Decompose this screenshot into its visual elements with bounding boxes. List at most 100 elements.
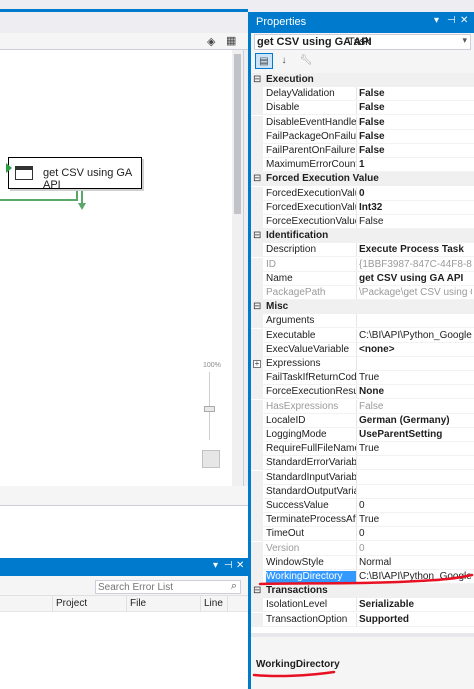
column-divider[interactable] <box>356 87 357 101</box>
property-row[interactable]: ForcedExecutionValue1Int32 <box>251 201 474 215</box>
pin-icon[interactable]: ⊣ <box>447 15 456 26</box>
column-divider[interactable] <box>356 428 357 442</box>
column-divider[interactable] <box>356 442 357 456</box>
column-divider[interactable] <box>356 144 357 158</box>
column-divider[interactable] <box>356 613 357 627</box>
property-category[interactable]: ⊟ Identification <box>251 229 474 243</box>
property-row[interactable]: StandardInputVariable <box>251 471 474 485</box>
column-divider[interactable] <box>356 243 357 257</box>
property-row[interactable]: TimeOut 0 <box>251 527 474 541</box>
property-row[interactable]: StandardErrorVariable <box>251 456 474 470</box>
column-divider[interactable] <box>356 527 357 541</box>
scrollbar-thumb[interactable] <box>234 54 241 214</box>
column-separator[interactable] <box>126 596 127 612</box>
property-pages-icon[interactable]: 🔧︎ <box>297 53 315 69</box>
column-divider[interactable] <box>356 471 357 485</box>
collapse-icon[interactable]: ⊟ <box>253 231 261 241</box>
property-row[interactable]: Executable C:\BI\API\Python_GoogleAn <box>251 329 474 343</box>
property-row[interactable]: ForcedExecutionValue 0 <box>251 187 474 201</box>
property-row[interactable]: HasExpressions False <box>251 400 474 414</box>
property-row[interactable]: ForceExecutionValue False <box>251 215 474 229</box>
column-divider[interactable] <box>356 201 357 215</box>
column-divider[interactable] <box>356 499 357 513</box>
collapse-icon[interactable]: ⊟ <box>253 302 261 312</box>
canvas-vertical-scrollbar[interactable] <box>232 50 243 486</box>
precedence-constraint-line[interactable] <box>0 199 78 201</box>
property-row[interactable]: Disable False <box>251 101 474 115</box>
property-row[interactable]: ID{1BBF3987-847C-44F8-8C1F- <box>251 258 474 272</box>
property-category[interactable]: ⊟ Misc <box>251 300 474 314</box>
property-row[interactable]: DisableEventHandlers False <box>251 116 474 130</box>
zoom-slider-thumb[interactable] <box>204 406 215 412</box>
output-connector-arrow-icon[interactable] <box>78 203 86 210</box>
property-row[interactable]: WindowStyle Normal <box>251 556 474 570</box>
column-divider[interactable] <box>356 456 357 470</box>
zoom-to-fit-button[interactable] <box>202 450 220 468</box>
window-position-icon[interactable]: ▾ <box>434 15 439 26</box>
property-row[interactable]: TransactionOption Supported <box>251 613 474 627</box>
column-separator[interactable] <box>52 596 53 612</box>
column-line[interactable]: Line <box>204 598 223 609</box>
close-icon[interactable]: ✕ <box>460 15 468 26</box>
column-divider[interactable] <box>356 286 357 300</box>
object-selector-dropdown[interactable]: get CSV using GA API Task ▾ <box>254 34 471 50</box>
column-divider[interactable] <box>356 101 357 115</box>
column-divider[interactable] <box>356 158 357 172</box>
column-divider[interactable] <box>356 187 357 201</box>
column-divider[interactable] <box>356 116 357 130</box>
property-row[interactable]: FailParentOnFailure False <box>251 144 474 158</box>
property-row[interactable]: MaximumErrorCount 1 <box>251 158 474 172</box>
collapse-icon[interactable]: ⊟ <box>253 174 261 184</box>
column-divider[interactable] <box>356 513 357 527</box>
column-divider[interactable] <box>356 414 357 428</box>
column-divider[interactable] <box>356 485 357 499</box>
column-divider[interactable] <box>356 357 357 371</box>
property-row[interactable]: LoggingMode UseParentSetting <box>251 428 474 442</box>
execute-process-task[interactable]: get CSV using GA API <box>8 157 142 191</box>
property-row[interactable]: FailPackageOnFailure False <box>251 130 474 144</box>
property-row[interactable]: Description Execute Process Task <box>251 243 474 257</box>
control-flow-canvas[interactable] <box>0 50 244 486</box>
alphabetical-icon[interactable]: ↓ <box>275 53 293 69</box>
property-row[interactable]: ExecValueVariable <none> <box>251 343 474 357</box>
column-divider[interactable] <box>356 272 357 286</box>
property-row[interactable]: LocaleID German (Germany) <box>251 414 474 428</box>
expand-icon[interactable]: + <box>253 360 261 368</box>
pin-dropdown-icon[interactable]: ▾ <box>213 560 218 571</box>
search-icon[interactable]: ⌕ <box>231 580 237 593</box>
property-category[interactable]: ⊟ Forced Execution Value <box>251 172 474 186</box>
property-row[interactable]: IsolationLevel Serializable <box>251 598 474 612</box>
property-row[interactable]: Arguments <box>251 314 474 328</box>
column-divider[interactable] <box>356 343 357 357</box>
categorized-icon[interactable]: ▤ <box>255 53 273 69</box>
variables-grid-icon[interactable]: ▦ <box>226 34 236 47</box>
property-row[interactable]: DelayValidation False <box>251 87 474 101</box>
property-row[interactable]: + Expressions <box>251 357 474 371</box>
error-search-box[interactable]: ⌕ <box>95 580 241 594</box>
column-separator[interactable] <box>200 596 201 612</box>
property-row[interactable]: FailTaskIfReturnCodeIsTrue <box>251 371 474 385</box>
column-divider[interactable] <box>356 371 357 385</box>
column-divider[interactable] <box>356 258 357 272</box>
column-divider[interactable] <box>356 130 357 144</box>
column-project[interactable]: Project <box>56 598 87 609</box>
column-divider[interactable] <box>356 314 357 328</box>
property-row[interactable]: StandardOutputVariable <box>251 485 474 499</box>
column-divider[interactable] <box>356 400 357 414</box>
column-divider[interactable] <box>356 542 357 556</box>
column-divider[interactable] <box>356 385 357 399</box>
chevron-down-icon[interactable]: ▾ <box>462 35 467 46</box>
pin-icon[interactable]: ⊣ <box>224 560 233 571</box>
property-row[interactable]: Name get CSV using GA API <box>251 272 474 286</box>
property-row[interactable]: Version 0 <box>251 542 474 556</box>
collapse-icon[interactable]: ⊟ <box>253 75 261 85</box>
property-category[interactable]: ⊟ Execution <box>251 73 474 87</box>
column-separator[interactable] <box>227 596 228 612</box>
column-divider[interactable] <box>356 329 357 343</box>
column-file[interactable]: File <box>130 598 146 609</box>
package-icon[interactable]: ◈ <box>207 35 215 48</box>
column-divider[interactable] <box>356 556 357 570</box>
property-row[interactable]: PackagePath\Package\get CSV using GA A <box>251 286 474 300</box>
search-input[interactable] <box>98 581 218 593</box>
property-row[interactable]: ForceExecutionResult None <box>251 385 474 399</box>
